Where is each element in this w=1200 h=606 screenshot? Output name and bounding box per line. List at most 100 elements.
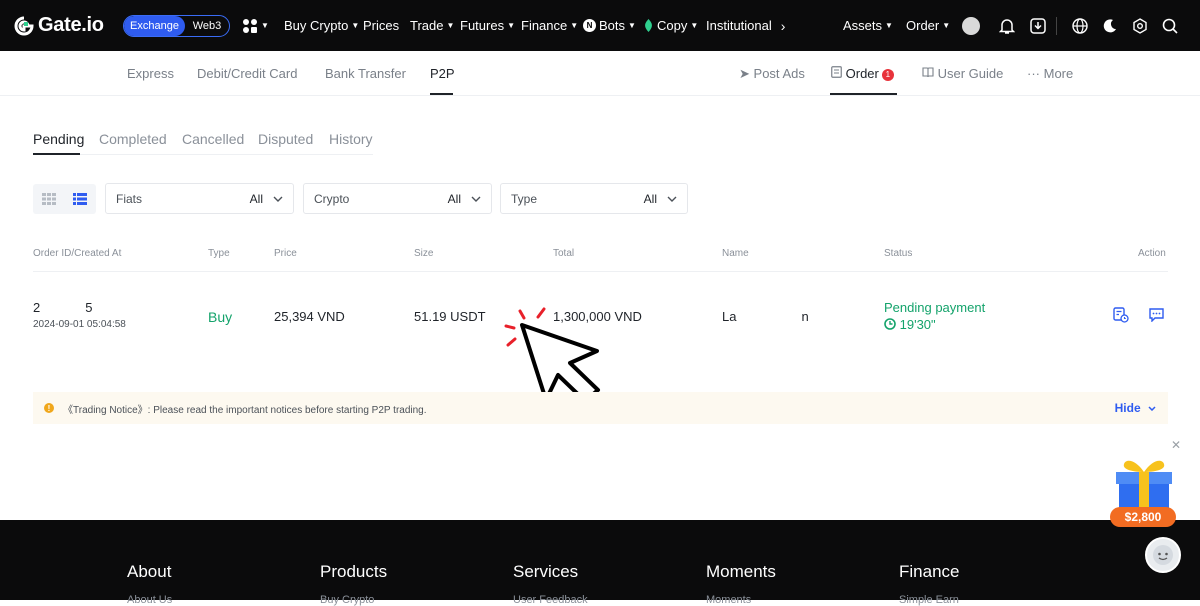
assets-menu[interactable]: Assets ▼ bbox=[843, 0, 893, 51]
list-view-icon[interactable] bbox=[65, 184, 97, 214]
header-total: Total bbox=[553, 248, 575, 259]
nav-finance[interactable]: Finance ▼ bbox=[521, 0, 578, 51]
chevron-down-icon: ▼ bbox=[690, 21, 699, 30]
crypto-filter-value: All bbox=[447, 191, 461, 206]
footer-link-simple-earn[interactable]: Simple Earn bbox=[899, 594, 959, 606]
subnav-p2p[interactable]: P2P bbox=[430, 66, 455, 81]
footer-finance-heading: Finance bbox=[899, 562, 960, 581]
chevron-down-icon bbox=[1148, 406, 1156, 412]
nav-trade-label: Trade bbox=[410, 18, 444, 33]
footer-link-moments[interactable]: Moments bbox=[706, 594, 751, 606]
close-icon[interactable]: ✕ bbox=[1171, 438, 1181, 452]
tab-pending[interactable]: Pending bbox=[33, 131, 84, 147]
gateio-logo[interactable]: Gate.io bbox=[14, 14, 104, 37]
counterparty-name: La n bbox=[722, 309, 809, 324]
apps-menu[interactable]: ▼ bbox=[242, 0, 269, 51]
subnav-bank-transfer[interactable]: Bank Transfer bbox=[325, 66, 406, 81]
order-id-end: 5 bbox=[85, 300, 93, 315]
order-label: Order bbox=[906, 18, 940, 33]
gateio-logo-icon bbox=[14, 16, 34, 35]
logo-text: Gate.io bbox=[38, 14, 104, 36]
chevron-down-icon: ▼ bbox=[885, 21, 893, 30]
warning-icon: ! bbox=[44, 403, 54, 413]
more-menu[interactable]: ··· More bbox=[1027, 66, 1073, 81]
nav-institutional[interactable]: Institutional › bbox=[706, 0, 785, 51]
crypto-filter-label: Crypto bbox=[314, 191, 350, 206]
hide-notice-button[interactable]: Hide bbox=[1115, 401, 1156, 415]
order-id[interactable]: 25 bbox=[33, 300, 92, 315]
tab-active-indicator bbox=[33, 153, 80, 155]
customer-support-avatar-icon[interactable] bbox=[1145, 537, 1181, 573]
search-icon[interactable] bbox=[1160, 16, 1180, 36]
post-ads-label: Post Ads bbox=[753, 66, 805, 81]
header-price: Price bbox=[274, 248, 297, 259]
nav-buy-crypto[interactable]: Buy Crypto ▼ bbox=[284, 0, 359, 51]
exchange-mode-button[interactable]: Exchange bbox=[124, 16, 185, 36]
order-link[interactable]: Order 1 bbox=[831, 66, 894, 81]
footer: About Products Services Moments Finance … bbox=[0, 520, 1200, 606]
nav-trade[interactable]: Trade ▼ bbox=[410, 0, 454, 51]
user-guide-link[interactable]: User Guide bbox=[922, 66, 1003, 81]
tab-completed[interactable]: Completed bbox=[99, 131, 167, 147]
chevron-down-icon: ▼ bbox=[446, 21, 455, 30]
order-status: Pending payment bbox=[884, 300, 986, 315]
order-detail-icon[interactable] bbox=[1113, 307, 1129, 326]
more-dots-icon: ··· bbox=[1027, 66, 1040, 81]
tab-disputed[interactable]: Disputed bbox=[258, 131, 313, 147]
order-menu[interactable]: Order ▼ bbox=[906, 0, 950, 51]
subnav-express[interactable]: Express bbox=[127, 66, 174, 81]
footer-link-about-us[interactable]: About Us bbox=[127, 594, 172, 606]
created-at: 2024-09-01 05:04:58 bbox=[33, 319, 126, 330]
send-icon: ➤ bbox=[739, 66, 750, 81]
order-active-indicator bbox=[830, 93, 897, 95]
exchange-web3-switch[interactable]: Exchange Web3 bbox=[123, 15, 230, 37]
chevron-down-icon: ▼ bbox=[261, 21, 269, 30]
chevron-down-icon bbox=[273, 196, 283, 202]
nav-copy[interactable]: Copy ▼ bbox=[643, 0, 698, 51]
counterparty-name-start: La bbox=[722, 309, 737, 324]
post-ads-link[interactable]: ➤ Post Ads bbox=[739, 66, 805, 82]
fiats-filter[interactable]: Fiats All bbox=[105, 183, 294, 214]
grid-view-icon[interactable] bbox=[33, 184, 65, 214]
type-filter-value: All bbox=[643, 191, 657, 206]
order-type: Buy bbox=[208, 309, 233, 325]
chat-icon[interactable] bbox=[1149, 308, 1164, 325]
subnav-debit-credit-card[interactable]: Debit/Credit Card bbox=[197, 66, 297, 81]
download-icon[interactable] bbox=[1028, 16, 1048, 36]
view-toggle bbox=[33, 184, 96, 214]
p2p-sub-navigation: Express Debit/Credit Card Bank Transfer … bbox=[0, 51, 1200, 96]
footer-link-user-feedback[interactable]: User Feedback bbox=[513, 594, 588, 606]
crypto-filter[interactable]: Crypto All bbox=[303, 183, 492, 214]
nav-bots[interactable]: N Bots ▼ bbox=[583, 0, 636, 51]
nav-institutional-label: Institutional bbox=[706, 18, 772, 33]
globe-icon[interactable] bbox=[1070, 16, 1090, 36]
user-guide-label: User Guide bbox=[937, 66, 1004, 81]
bell-icon[interactable] bbox=[997, 16, 1017, 36]
chevron-down-icon: ▼ bbox=[570, 21, 579, 30]
nav-prices[interactable]: Prices bbox=[363, 0, 399, 51]
tab-cancelled[interactable]: Cancelled bbox=[182, 131, 244, 147]
order-count-badge: 1 bbox=[881, 68, 894, 81]
avatar[interactable] bbox=[961, 16, 981, 36]
hide-notice-label: Hide bbox=[1114, 401, 1141, 415]
subnav-active-indicator bbox=[430, 93, 453, 95]
header-action: Action bbox=[1138, 248, 1166, 259]
top-navigation-bar: Gate.io Exchange Web3 ▼ Buy Crypto ▼ Pric… bbox=[0, 0, 1200, 51]
payment-timer: 19'30" bbox=[884, 317, 936, 332]
fiats-filter-label: Fiats bbox=[116, 191, 143, 206]
payment-timer-value: 19'30" bbox=[899, 317, 936, 332]
footer-link-buy-crypto[interactable]: Buy Crypto bbox=[320, 594, 374, 606]
promo-amount-badge[interactable]: $2,800 bbox=[1110, 507, 1176, 527]
type-filter-label: Type bbox=[511, 191, 538, 206]
clock-icon bbox=[884, 318, 896, 330]
order-size: 51.19 USDT bbox=[414, 309, 486, 324]
tab-history[interactable]: History bbox=[329, 131, 373, 147]
nav-futures[interactable]: Futures ▼ bbox=[460, 0, 515, 51]
order-document-icon bbox=[831, 66, 842, 78]
header-type: Type bbox=[208, 248, 230, 259]
web3-mode-button[interactable]: Web3 bbox=[185, 16, 229, 36]
moon-icon[interactable] bbox=[1100, 16, 1120, 36]
nav-finance-label: Finance bbox=[521, 18, 568, 33]
type-filter[interactable]: Type All bbox=[500, 183, 688, 214]
settings-icon[interactable] bbox=[1130, 16, 1150, 36]
